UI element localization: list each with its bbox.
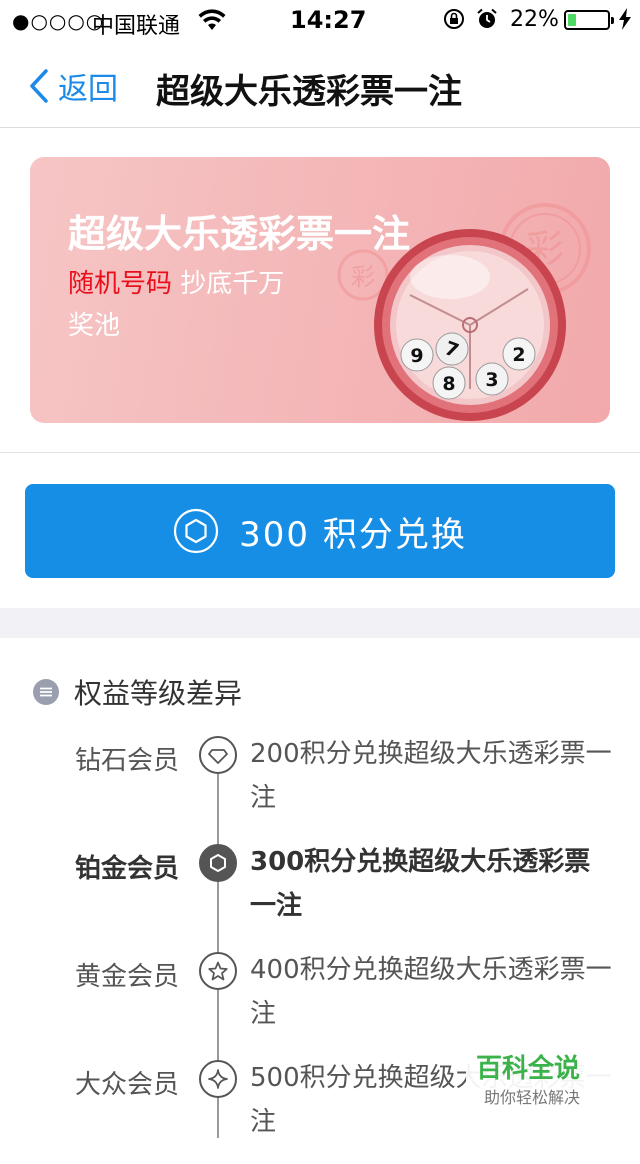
battery-level-fill xyxy=(568,14,576,26)
tier-description: 200积分兑换超级大乐透彩票一注 xyxy=(250,739,612,813)
back-label: 返回 xyxy=(58,72,118,107)
chevron-left-icon xyxy=(30,69,48,103)
redeem-points-button[interactable]: 300 积分兑换 xyxy=(25,484,615,578)
hexagon-badge-icon xyxy=(174,508,219,554)
signal-strength-indicator: ●○○○○ xyxy=(12,9,105,33)
ball-1: 9 xyxy=(410,345,423,367)
wifi-icon xyxy=(198,9,226,30)
rotation-lock-icon xyxy=(444,9,464,29)
ball-4: 3 xyxy=(485,369,498,391)
tier-row-platinum: 铂金会员 300积分兑换超级大乐透彩票一注 xyxy=(0,844,640,948)
watermark-title: 百科全说 xyxy=(476,1054,581,1084)
tier-name: 大众会员 xyxy=(75,1070,180,1100)
product-banner: 彩 彩 9 7 8 3 2 超级大乐透彩票一注 随机号码 抄底千万 奖池 xyxy=(30,157,610,423)
alarm-icon xyxy=(477,8,497,28)
watermark-subtitle: 助你轻松解决 xyxy=(484,1088,581,1107)
message-icon xyxy=(33,679,59,705)
diamond-icon xyxy=(208,749,228,764)
banner-subtitle-line2: 奖池 xyxy=(68,311,121,341)
tier-marker xyxy=(199,952,237,990)
banner-highlight: 随机号码 xyxy=(68,269,173,299)
tier-marker-current xyxy=(199,844,237,882)
tiers-heading: 权益等级差异 xyxy=(32,672,242,712)
tier-name: 铂金会员 xyxy=(75,854,180,884)
page-title: 超级大乐透彩票一注 xyxy=(156,72,462,112)
sparkle-icon xyxy=(208,1069,228,1089)
hexagon-icon xyxy=(210,854,226,872)
tier-row-diamond: 钻石会员 200积分兑换超级大乐透彩票一注 xyxy=(0,736,640,840)
redeem-button-label: 300 积分兑换 xyxy=(239,514,467,555)
battery-icon xyxy=(564,10,614,30)
clock: 14:27 xyxy=(290,6,367,34)
tier-marker xyxy=(199,736,237,774)
navigation-bar: 返回 超级大乐透彩票一注 xyxy=(0,40,640,128)
tier-description: 400积分兑换超级大乐透彩票一注 xyxy=(250,955,612,1029)
carrier-name: 中国联通 xyxy=(92,14,181,39)
watermark-logo: 百科全说 助你轻松解决 xyxy=(466,1040,616,1112)
star-icon xyxy=(208,961,228,981)
banner-subtitle-text: 抄底千万 xyxy=(172,269,285,299)
tier-name: 钻石会员 xyxy=(75,746,180,776)
product-banner-section: 彩 彩 9 7 8 3 2 超级大乐透彩票一注 随机号码 抄底千万 奖池 xyxy=(0,129,640,453)
tier-description: 300积分兑换超级大乐透彩票一注 xyxy=(250,847,591,921)
tiers-heading-label: 权益等级差异 xyxy=(74,677,243,710)
status-bar: ●○○○○ 中国联通 14:27 22% xyxy=(0,0,640,40)
stamp-small: 彩 xyxy=(351,263,375,291)
banner-subtitle: 随机号码 抄底千万 xyxy=(68,263,284,300)
tier-marker xyxy=(199,1060,237,1098)
ball-5: 2 xyxy=(512,344,525,366)
ball-3: 8 xyxy=(442,373,455,395)
back-button[interactable]: 返回 xyxy=(28,64,118,108)
tier-name: 黄金会员 xyxy=(75,962,180,992)
banner-title: 超级大乐透彩票一注 xyxy=(68,212,411,256)
section-divider xyxy=(0,608,640,638)
charging-icon xyxy=(619,8,631,30)
battery-percentage: 22% xyxy=(510,7,559,32)
